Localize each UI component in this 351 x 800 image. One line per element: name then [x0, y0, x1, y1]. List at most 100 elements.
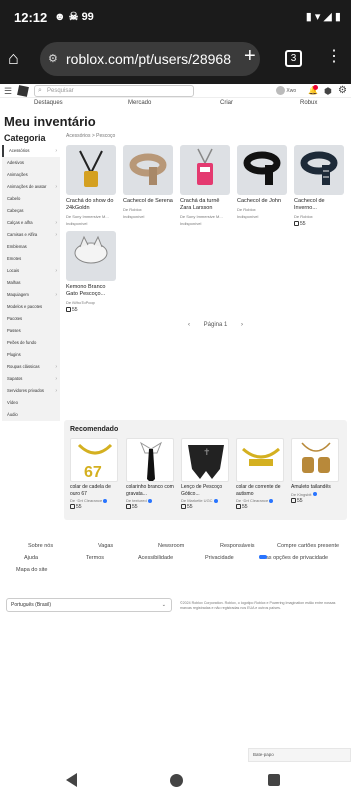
language-select[interactable]: Português (Brasil) ⌄ — [6, 598, 172, 612]
category-item[interactable]: Servidores privados › — [2, 385, 60, 397]
category-item[interactable]: Passes — [2, 325, 60, 337]
nav-destaques[interactable]: Destaques — [34, 100, 63, 106]
inventory-item-card[interactable]: Cachecol de John De Roblox Indisponível — [237, 145, 287, 219]
user-avatar-link[interactable]: Xwo — [276, 86, 296, 95]
item-name[interactable]: Cachecol de Serena — [123, 198, 173, 205]
category-item[interactable]: Adesivos — [2, 157, 60, 169]
footer-link[interactable]: Newsroom — [158, 543, 184, 549]
category-item[interactable]: Animações — [2, 169, 60, 181]
item-creator[interactable]: De Marketle UGC — [181, 498, 229, 503]
prev-page-icon[interactable]: ‹ — [188, 322, 190, 328]
tab-switcher-button[interactable]: 3 — [285, 50, 302, 67]
nav-mercado[interactable]: Mercado — [128, 100, 151, 106]
category-item[interactable]: Malhas — [2, 277, 60, 289]
site-info-icon[interactable]: ⚙ — [48, 42, 58, 76]
item-name[interactable]: Crachá do show do 24kGoldn — [66, 198, 116, 212]
recommended-item-card[interactable]: 67 colar de cadela de ouro 67 De ·Drt Cl… — [70, 438, 118, 510]
roblox-logo[interactable] — [17, 85, 29, 97]
item-creator[interactable]: De Roblox — [294, 214, 344, 219]
recommended-item-card[interactable]: ✝ Lenço de Pescoço Gótico... De Marketle… — [181, 438, 229, 510]
category-item[interactable]: Roupas clássicas › — [2, 361, 60, 373]
category-item[interactable]: Cabelo — [2, 193, 60, 205]
footer-link[interactable]: Vagas — [98, 543, 113, 549]
item-name[interactable]: Lenço de Pescoço Gótico... — [181, 484, 229, 497]
footer-link[interactable]: Sobre nós — [28, 543, 53, 549]
category-item[interactable]: Locais › — [2, 265, 60, 277]
category-item[interactable]: Vídeo — [2, 397, 60, 409]
item-creator[interactable]: De iWhoToPoop — [66, 300, 116, 305]
inventory-item-card[interactable]: Crachá da turnê Zara Larsson De Sony Imm… — [180, 145, 230, 226]
category-item[interactable]: Acessórios › — [2, 145, 60, 157]
item-creator[interactable]: De Sony Immersive M... — [180, 214, 230, 219]
footer-link[interactable]: Compre cartões presente — [277, 543, 339, 549]
item-name[interactable]: Cachecol de Inverno... — [294, 198, 344, 212]
item-creator[interactable]: De Roblox — [237, 207, 287, 212]
item-name[interactable]: Crachá da turnê Zara Larsson — [180, 198, 230, 212]
home-icon[interactable]: ⌂ — [8, 48, 28, 68]
next-page-icon[interactable]: › — [241, 322, 243, 328]
category-item[interactable]: Sapatos › — [2, 373, 60, 385]
search-input[interactable]: ⌕ Pesquisar — [34, 85, 194, 97]
category-item[interactable]: Calças e alfra › — [2, 217, 60, 229]
browser-menu-icon[interactable]: ⋮ — [326, 46, 342, 66]
category-item[interactable]: Emblemas — [2, 241, 60, 253]
item-creator[interactable]: De textured — [126, 498, 174, 503]
item-creator[interactable]: De Roblox — [123, 207, 173, 212]
inventory-item-card[interactable]: Cachecol de Serena De Roblox Indisponíve… — [123, 145, 173, 219]
notifications-icon[interactable]: 🔔 — [308, 85, 318, 95]
footer-link[interactable]: Acessibilidade — [138, 555, 173, 561]
category-item[interactable]: Animações de avatar › — [2, 181, 60, 193]
category-item[interactable]: Peões de fundo — [2, 337, 60, 349]
inventory-item-card[interactable]: Kemono Branco Gato Pescoço... De iWhoToP… — [66, 231, 116, 313]
footer-link[interactable]: Termos — [86, 555, 104, 561]
inventory-item-card[interactable]: Crachá do show do 24kGoldn De Sony Immer… — [66, 145, 116, 226]
robux-icon[interactable]: ⬢ — [324, 86, 332, 97]
item-thumbnail[interactable]: 67 — [70, 438, 118, 482]
item-thumbnail[interactable] — [66, 145, 116, 195]
breadcrumb[interactable]: Acessórios > Pescoço — [66, 133, 115, 139]
category-item[interactable]: Emotes — [2, 253, 60, 265]
home-button-icon[interactable] — [170, 774, 183, 787]
item-name[interactable]: colar de cadela de ouro 67 — [70, 484, 118, 497]
item-name[interactable]: Cachecol de John — [237, 198, 287, 205]
hamburger-icon[interactable]: ☰ — [4, 86, 12, 97]
category-item[interactable]: Maquiagem › — [2, 289, 60, 301]
category-item[interactable]: Modelos e pacotes — [2, 301, 60, 313]
nav-criar[interactable]: Criar — [220, 100, 233, 106]
item-name[interactable]: colarinho branco com gravata... — [126, 484, 174, 497]
item-name[interactable]: Kemono Branco Gato Pescoço... — [66, 284, 116, 298]
item-thumbnail[interactable] — [291, 438, 339, 482]
footer-link[interactable]: Mapa do site — [16, 567, 48, 573]
settings-gear-icon[interactable]: ⚙ — [338, 85, 347, 96]
item-creator[interactable]: De Kingsbit — [291, 492, 339, 497]
item-thumbnail[interactable] — [294, 145, 344, 195]
nav-robux[interactable]: Robux — [300, 100, 317, 106]
recommended-item-card[interactable]: colarinho branco com gravata... De textu… — [126, 438, 174, 510]
recommended-item-card[interactable]: colar de corrente de autismo De ·Drt Cle… — [236, 438, 284, 510]
item-creator[interactable]: De ·Drt Clearance — [70, 498, 118, 503]
item-thumbnail[interactable] — [180, 145, 230, 195]
item-thumbnail[interactable] — [66, 231, 116, 281]
item-thumbnail[interactable]: ✝ — [181, 438, 229, 482]
footer-link[interactable]: Ajuda — [24, 555, 38, 561]
address-bar[interactable]: ⚙ roblox.com/pt/users/28968 — [40, 42, 260, 76]
item-thumbnail[interactable] — [236, 438, 284, 482]
category-item[interactable]: Pacotes — [2, 313, 60, 325]
back-icon[interactable] — [66, 773, 77, 787]
new-tab-icon[interactable]: + — [244, 45, 256, 68]
chat-bar[interactable]: Bate-papo — [248, 748, 351, 762]
item-thumbnail[interactable] — [123, 145, 173, 195]
category-item[interactable]: Plugins — [2, 349, 60, 361]
item-creator[interactable]: De Sony Immersive M... — [66, 214, 116, 219]
category-item[interactable]: Áudio — [2, 409, 60, 421]
inventory-item-card[interactable]: Cachecol de Inverno... De Roblox 55 — [294, 145, 344, 227]
recommended-item-card[interactable]: Amuleto tailandês De Kingsbit 55 — [291, 438, 339, 504]
footer-link[interactable]: Responsáveis — [220, 543, 255, 549]
item-thumbnail[interactable] — [237, 145, 287, 195]
category-item[interactable]: Camisas e Alfira › — [2, 229, 60, 241]
item-thumbnail[interactable] — [126, 438, 174, 482]
recent-apps-icon[interactable] — [268, 774, 280, 786]
item-name[interactable]: Amuleto tailandês — [291, 484, 339, 491]
item-creator[interactable]: De ·Drt Clearance — [236, 498, 284, 503]
category-item[interactable]: Cabeças — [2, 205, 60, 217]
